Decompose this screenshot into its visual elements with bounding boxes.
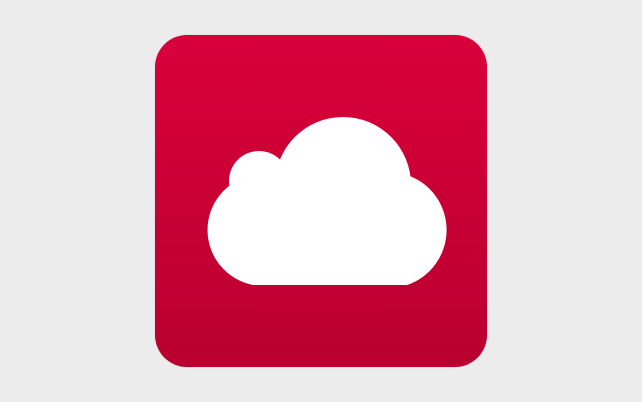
icon-canvas bbox=[0, 0, 642, 402]
app-icon-tile bbox=[155, 35, 487, 367]
cloud-app-icon bbox=[155, 35, 487, 367]
